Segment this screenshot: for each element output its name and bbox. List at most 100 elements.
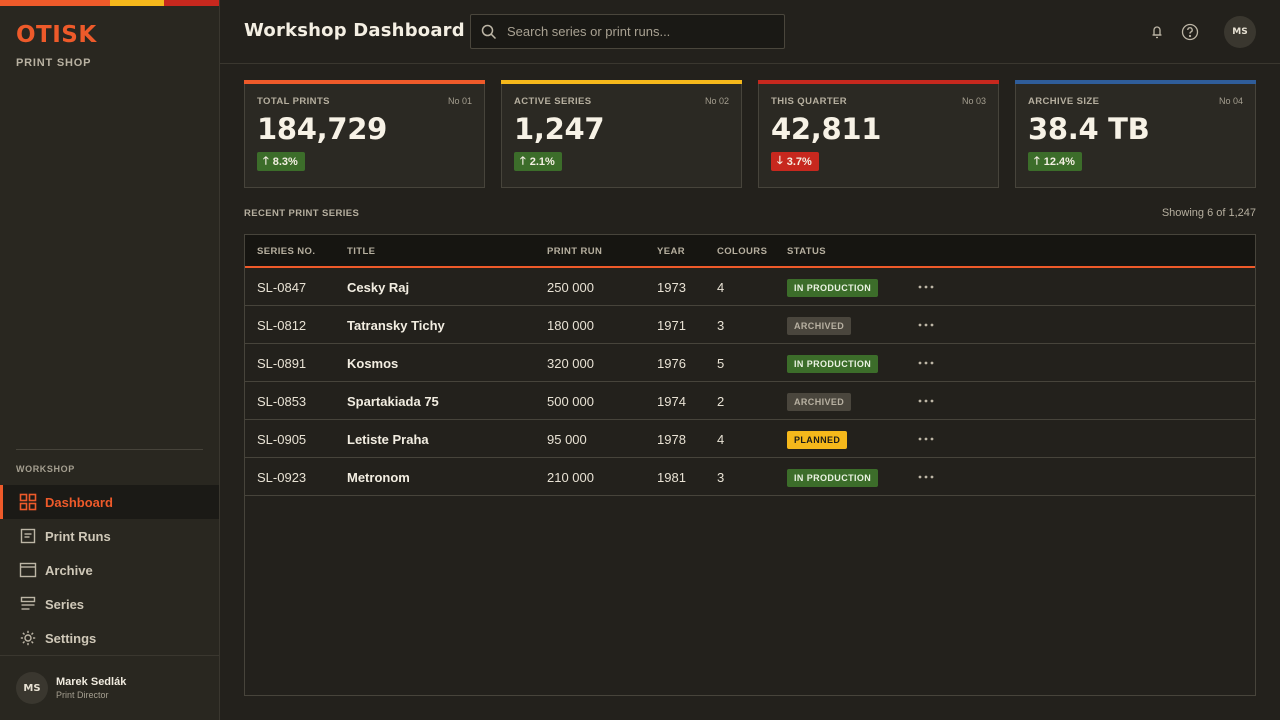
more-options-icon[interactable]	[916, 468, 936, 486]
column-header-year[interactable]: YEAR	[657, 246, 685, 257]
table-row[interactable]: SL-0905 Letiste Praha 95 000 1978 4 PLAN…	[245, 420, 1255, 458]
stat-card-total-prints: TOTAL PRINTS No 01 184,729 🡑 8.3%	[244, 80, 485, 188]
table-row[interactable]: SL-0847 Cesky Raj 250 000 1973 4 IN PROD…	[245, 268, 1255, 306]
column-header-colours[interactable]: COLOURS	[717, 246, 767, 257]
user-profile[interactable]: MS Marek Sedlák Print Director	[0, 655, 219, 720]
brand-logo[interactable]: OTISK	[16, 22, 97, 48]
section-title: RECENT PRINT SERIES	[244, 208, 360, 219]
stat-number: No 02	[704, 96, 729, 106]
stat-number: No 01	[447, 96, 472, 106]
sidebar-item-label: Dashboard	[45, 494, 113, 510]
colours: 5	[717, 356, 725, 371]
search-icon	[471, 24, 507, 40]
stat-delta: 8.3%	[272, 155, 298, 168]
column-header-title[interactable]: TITLE	[347, 246, 375, 257]
table-row[interactable]: SL-0923 Metronom 210 000 1981 3 IN PRODU…	[245, 458, 1255, 496]
stat-label: THIS QUARTER	[771, 96, 848, 107]
stat-label: ARCHIVE SIZE	[1028, 96, 1100, 107]
sidebar-item-dashboard[interactable]: Dashboard	[0, 485, 219, 519]
stat-value: 42,811	[771, 112, 882, 146]
more-options-icon[interactable]	[916, 392, 936, 410]
column-header-series[interactable]: SERIES NO.	[257, 246, 315, 257]
colours: 2	[717, 394, 725, 409]
top-header: Workshop Dashboard MS	[220, 0, 1280, 64]
stat-number: No 03	[961, 96, 986, 106]
series-number: SL-0853	[257, 394, 307, 409]
results-count: Showing 6 of 1,247	[1161, 207, 1256, 219]
column-header-print-run[interactable]: PRINT RUN	[547, 246, 602, 257]
table-row[interactable]: SL-0891 Kosmos 320 000 1976 5 IN PRODUCT…	[245, 344, 1255, 382]
stat-label: TOTAL PRINTS	[257, 96, 330, 107]
more-options-icon[interactable]	[916, 316, 936, 334]
status-badge: IN PRODUCTION	[787, 355, 879, 373]
bell-icon[interactable]	[1147, 22, 1167, 42]
user-name: Marek Sedlák	[56, 676, 127, 688]
arrow-up-icon: 🡑	[520, 155, 526, 167]
arrow-down-icon: 🡓	[777, 155, 783, 167]
colours: 4	[717, 432, 725, 447]
year: 1981	[657, 470, 686, 485]
year: 1974	[657, 394, 686, 409]
sidebar-item-settings[interactable]: Settings	[0, 621, 219, 655]
document-icon	[19, 527, 37, 545]
print-run: 95 000	[547, 432, 587, 447]
more-options-icon[interactable]	[916, 354, 936, 372]
series-title: Spartakiada 75	[347, 394, 439, 409]
page-title: Workshop Dashboard	[244, 20, 465, 41]
status-badge: IN PRODUCTION	[787, 279, 879, 297]
stat-delta: 3.7%	[786, 155, 812, 168]
search-box[interactable]	[470, 14, 785, 49]
archive-icon	[19, 561, 37, 579]
status-badge: IN PRODUCTION	[787, 469, 879, 487]
stat-number: No 04	[1218, 96, 1243, 106]
print-run: 180 000	[547, 318, 594, 333]
stat-card-this-quarter: THIS QUARTER No 03 42,811 🡓 3.7%	[758, 80, 999, 188]
year: 1973	[657, 280, 686, 295]
sidebar: OTISK PRINT SHOP WORKSHOP Dashboard Prin…	[0, 0, 220, 720]
status-badge: ARCHIVED	[787, 317, 852, 335]
colours: 3	[717, 318, 725, 333]
column-header-status[interactable]: STATUS	[787, 246, 826, 257]
brand-subtitle: PRINT SHOP	[16, 57, 92, 69]
status-badge: PLANNED	[787, 431, 848, 449]
stat-label: ACTIVE SERIES	[514, 96, 592, 107]
series-number: SL-0812	[257, 318, 307, 333]
stat-card-active-series: ACTIVE SERIES No 02 1,247 🡑 2.1%	[501, 80, 742, 188]
sidebar-divider	[16, 449, 203, 450]
status-badge: ARCHIVED	[787, 393, 852, 411]
series-title: Metronom	[347, 470, 410, 485]
table-row[interactable]: SL-0812 Tatransky Tichy 180 000 1971 3 A…	[245, 306, 1255, 344]
list-icon	[19, 595, 37, 613]
stat-value: 1,247	[514, 112, 605, 146]
stat-delta-badge: 🡓 3.7%	[771, 152, 819, 171]
colours: 4	[717, 280, 725, 295]
sidebar-item-label: Archive	[45, 562, 93, 578]
year: 1971	[657, 318, 686, 333]
arrow-up-icon: 🡑	[263, 155, 269, 167]
series-title: Kosmos	[347, 356, 399, 371]
year: 1976	[657, 356, 686, 371]
user-role: Print Director	[56, 690, 109, 700]
sidebar-item-print-runs[interactable]: Print Runs	[0, 519, 219, 553]
print-run: 250 000	[547, 280, 594, 295]
sidebar-item-archive[interactable]: Archive	[0, 553, 219, 587]
grid-icon	[19, 493, 37, 511]
gear-icon	[19, 629, 37, 647]
sidebar-item-label: Print Runs	[45, 528, 111, 544]
series-title: Letiste Praha	[347, 432, 429, 447]
stat-value: 184,729	[257, 112, 387, 146]
more-options-icon[interactable]	[916, 278, 936, 296]
more-options-icon[interactable]	[916, 430, 936, 448]
series-number: SL-0891	[257, 356, 307, 371]
brand-stripe	[0, 0, 219, 6]
search-input[interactable]	[507, 24, 777, 39]
help-icon[interactable]	[1180, 22, 1200, 42]
series-title: Cesky Raj	[347, 280, 410, 295]
series-number: SL-0905	[257, 432, 307, 447]
print-run: 500 000	[547, 394, 594, 409]
sidebar-item-series[interactable]: Series	[0, 587, 219, 621]
sidebar-item-label: Settings	[45, 630, 97, 646]
avatar: MS	[16, 672, 48, 704]
table-row[interactable]: SL-0853 Spartakiada 75 500 000 1974 2 AR…	[245, 382, 1255, 420]
header-avatar[interactable]: MS	[1224, 16, 1256, 48]
